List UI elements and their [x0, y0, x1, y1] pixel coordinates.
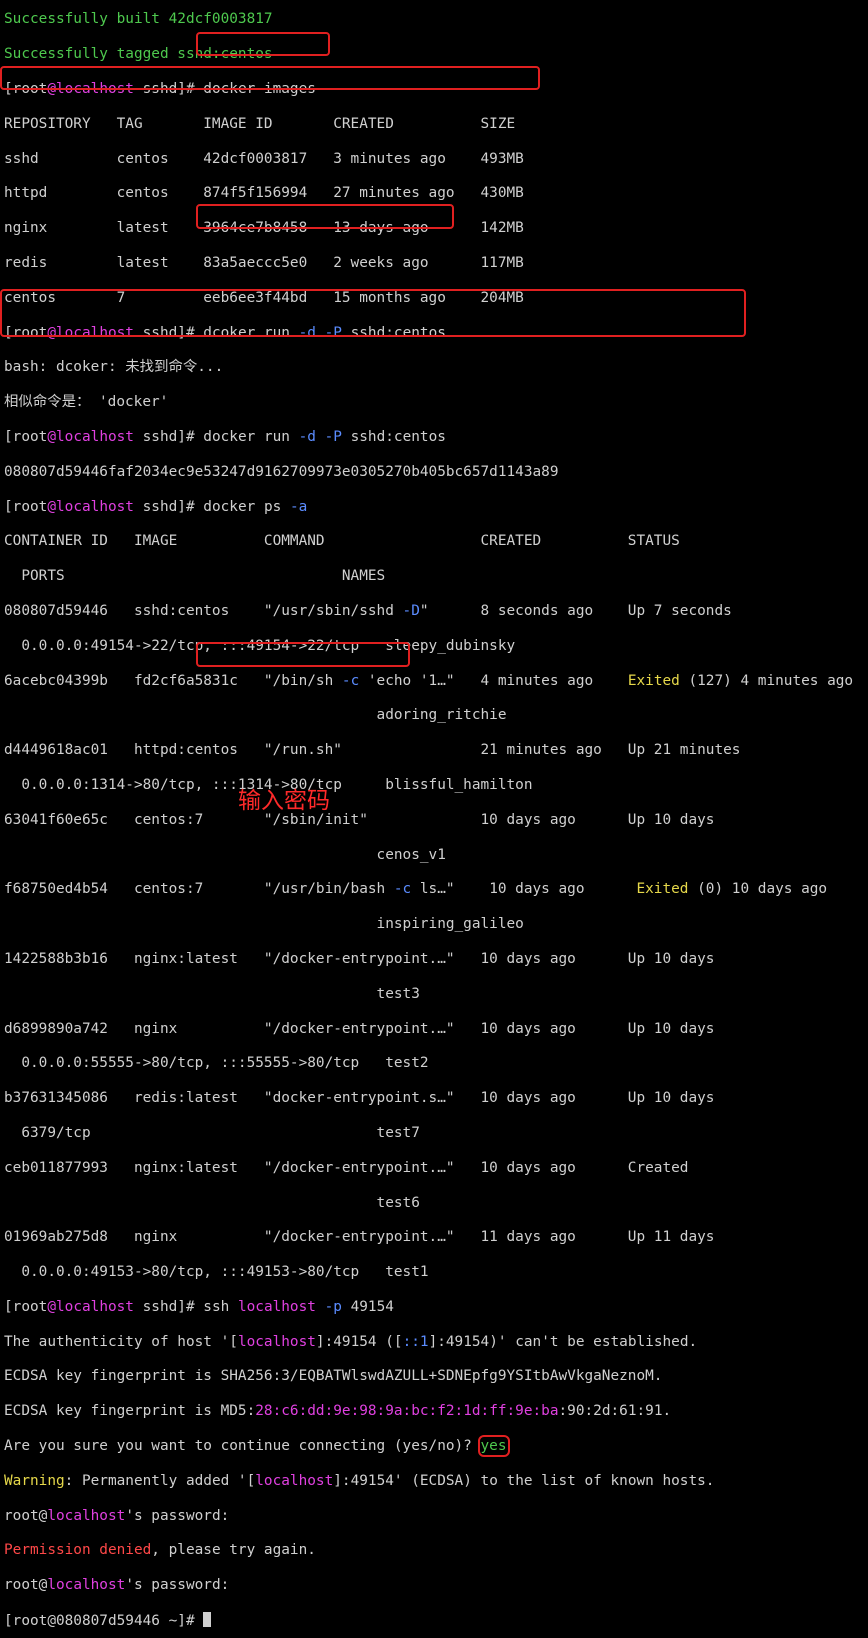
confirm-line: Are you sure you want to continue connec…	[4, 1435, 510, 1458]
image-row: httpd centos 874f5f156994 27 minutes ago…	[4, 185, 524, 202]
prompt-line: [root@localhost sshd]# docker run -d -P …	[4, 428, 446, 445]
final-prompt-line[interactable]: [root@080807d59446 ~]#	[4, 1612, 853, 1629]
ps-row: d6899890a742 nginx "/docker-entrypoint.……	[4, 1020, 715, 1037]
ps-header: PORTS NAMES	[4, 568, 386, 585]
prompt-line: [root@localhost sshd]# dcoker run -d -P …	[4, 324, 446, 341]
ps-row-names: inspiring_galileo	[4, 916, 524, 933]
image-row: redis latest 83a5aeccc5e0 2 weeks ago 11…	[4, 254, 524, 271]
image-row: sshd centos 42dcf0003817 3 minutes ago 4…	[4, 150, 524, 167]
tag-success-line: Successfully tagged sshd:centos	[4, 46, 273, 63]
terminal-output[interactable]: Successfully built 42dcf0003817 Successf…	[4, 0, 853, 1638]
warning-line: Warning: Permanently added '[localhost]:…	[4, 1472, 715, 1489]
ps-row: b37631345086 redis:latest "docker-entryp…	[4, 1090, 715, 1107]
images-header: REPOSITORY TAG IMAGE ID CREATED SIZE	[4, 115, 516, 132]
ps-row-names: test6	[4, 1194, 420, 1211]
similar-command-line: 相似命令是： 'docker'	[4, 394, 169, 411]
password-prompt: root@localhost's password:	[4, 1577, 238, 1594]
ps-row-ports: 0.0.0.0:49154->22/tcp, :::49154->22/tcp …	[4, 637, 516, 654]
ps-row-ports: 0.0.0.0:49153->80/tcp, :::49153->80/tcp …	[4, 1264, 429, 1281]
container-id-line: 080807d59446faf2034ec9e53247d9162709973e…	[4, 463, 559, 480]
ps-row-names: cenos_v1	[4, 846, 446, 863]
ps-row: ceb011877993 nginx:latest "/docker-entry…	[4, 1159, 689, 1176]
ps-row: 6acebc04399b fd2cf6a5831c "/bin/sh -c 'e…	[4, 672, 854, 689]
docker-images-command: docker images	[203, 81, 316, 97]
image-row: nginx latest 3964ce7b8458 13 days ago 14…	[4, 220, 524, 237]
cursor[interactable]	[203, 1612, 212, 1628]
ps-row: 1422588b3b16 nginx:latest "/docker-entry…	[4, 950, 715, 967]
ps-row: 63041f60e65c centos:7 "/sbin/init" 10 da…	[4, 811, 715, 828]
ps-row-ports: 6379/tcp test7	[4, 1124, 420, 1141]
yes-answer: yes	[477, 1435, 510, 1458]
ps-row: d4449618ac01 httpd:centos "/run.sh" 21 m…	[4, 742, 741, 759]
ps-row: 080807d59446 sshd:centos "/usr/sbin/sshd…	[4, 602, 732, 619]
fingerprint-sha-line: ECDSA key fingerprint is SHA256:3/EQBATW…	[4, 1368, 663, 1385]
prompt-line: [root@localhost sshd]# docker ps -a	[4, 498, 308, 515]
image-row: centos 7 eeb6ee3f44bd 15 months ago 204M…	[4, 289, 524, 306]
ps-row-names: test3	[4, 985, 420, 1002]
annotation-enter-password: 输入密码	[238, 788, 330, 814]
ps-row-ports: 0.0.0.0:1314->80/tcp, :::1314->80/tcp bl…	[4, 776, 533, 793]
authenticity-line: The authenticity of host '[localhost]:49…	[4, 1333, 698, 1350]
ps-header: CONTAINER ID IMAGE COMMAND CREATED STATU…	[4, 533, 680, 550]
ps-row-names: adoring_ritchie	[4, 707, 507, 724]
prompt-line: [root@localhost sshd]# ssh localhost -p …	[4, 1298, 394, 1315]
permission-denied-line: Permission denied, please try again.	[4, 1542, 316, 1559]
prompt-line: [root@localhost sshd]# docker images	[4, 81, 316, 97]
fingerprint-md5-line: ECDSA key fingerprint is MD5:28:c6:dd:9e…	[4, 1403, 672, 1420]
ps-row: f68750ed4b54 centos:7 "/usr/bin/bash -c …	[4, 881, 828, 898]
password-prompt: root@localhost's password:	[4, 1507, 230, 1524]
ssh-command: ssh localhost -p 49154	[203, 1298, 394, 1315]
ps-row-ports: 0.0.0.0:55555->80/tcp, :::55555->80/tcp …	[4, 1055, 429, 1072]
docker-run-command: docker run -d -P sshd:centos	[203, 428, 446, 445]
build-success-line: Successfully built 42dcf0003817	[4, 11, 273, 28]
ps-row: 01969ab275d8 nginx "/docker-entrypoint.……	[4, 1229, 715, 1246]
bash-error-line: bash: dcoker: 未找到命令...	[4, 359, 224, 376]
